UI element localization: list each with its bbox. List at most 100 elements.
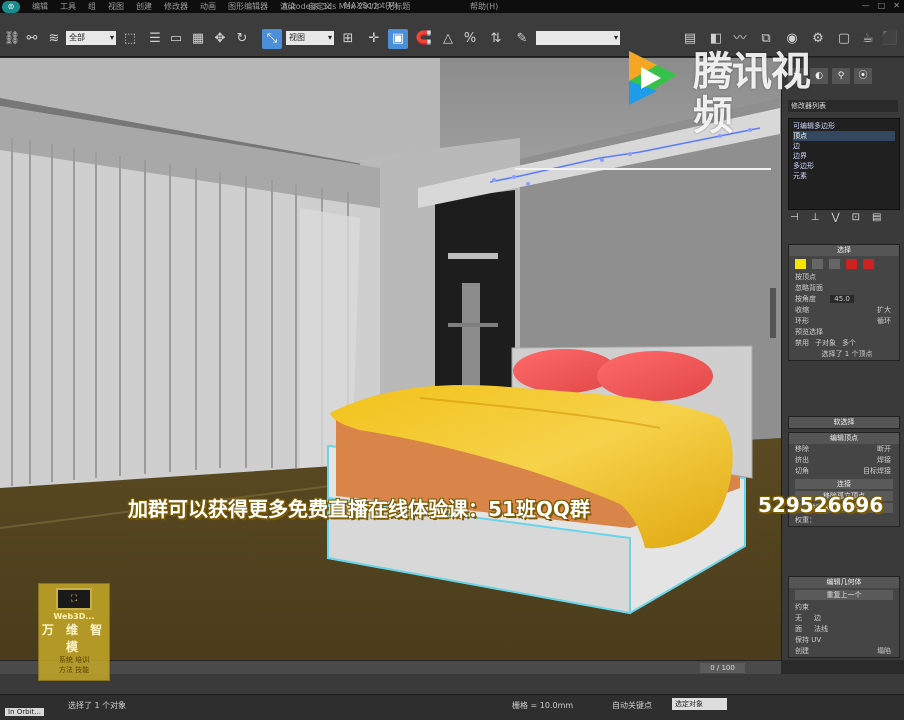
- keyboard-shortcut-icon[interactable]: ▣: [388, 29, 408, 49]
- select-scale-icon[interactable]: ⤡: [262, 29, 282, 49]
- soft-selection-title[interactable]: 软选择: [789, 417, 899, 428]
- extrude-button[interactable]: 挤出: [795, 455, 809, 466]
- pin-stack-icon[interactable]: ⊣: [790, 212, 799, 223]
- time-slider[interactable]: 0 / 100: [700, 663, 745, 673]
- by-vertex-checkbox[interactable]: 按顶点: [789, 272, 899, 283]
- chamfer-button[interactable]: 切角: [795, 466, 809, 477]
- render-production-icon[interactable]: ☕: [858, 29, 878, 49]
- show-end-result-icon[interactable]: ⊥: [811, 212, 820, 223]
- shrink-button[interactable]: 收缩: [795, 305, 809, 316]
- preview-off-radio[interactable]: 禁用: [795, 338, 809, 349]
- remove-modifier-icon[interactable]: ⊡: [852, 212, 860, 223]
- named-selection-set-dropdown[interactable]: [536, 31, 620, 45]
- menu-create[interactable]: 创建: [136, 1, 152, 12]
- weight-label: 权重：: [795, 516, 816, 524]
- maximize-icon[interactable]: □: [878, 1, 886, 10]
- select-move-icon[interactable]: ✥: [210, 29, 230, 49]
- preview-options: 禁用 子对象 多个: [789, 338, 899, 349]
- key-filter-dropdown[interactable]: 选定对象: [672, 698, 727, 710]
- select-rotate-icon[interactable]: ↻: [232, 29, 252, 49]
- select-by-name-icon[interactable]: ☰: [145, 29, 165, 49]
- constraint-normal-radio[interactable]: 法线: [814, 624, 828, 635]
- tencent-video-play-icon: [629, 51, 677, 105]
- make-unique-icon[interactable]: ⋁: [831, 212, 839, 223]
- bind-spacewarp-icon[interactable]: ≋: [44, 29, 64, 49]
- edit-named-selection-icon[interactable]: ✎: [512, 29, 532, 49]
- preserve-uv-checkbox[interactable]: 保持 UV: [789, 635, 899, 646]
- selection-rollout: 选择 按顶点 忽略背面 按角度 45.0 收缩 扩大 环形 循环 预览选择 禁用…: [788, 244, 900, 361]
- constraint-none-radio[interactable]: 无: [795, 613, 802, 624]
- edit-geometry-title[interactable]: 编辑几何体: [789, 577, 899, 588]
- link-icon[interactable]: ⛓: [2, 29, 22, 49]
- scene-render: [0, 58, 781, 660]
- ring-button[interactable]: 环形: [795, 316, 809, 327]
- preview-subobject-radio[interactable]: 子对象: [815, 338, 836, 349]
- preview-multi-radio[interactable]: 多个: [842, 338, 856, 349]
- corner-logo-tag-1: 系统 培训: [58, 656, 90, 664]
- reference-coord-dropdown[interactable]: 视图: [286, 31, 334, 45]
- remove-button[interactable]: 移除: [795, 444, 809, 455]
- polygon-mode-icon[interactable]: [846, 259, 857, 269]
- by-angle-checkbox[interactable]: 按角度: [795, 295, 816, 303]
- close-icon[interactable]: ✕: [893, 1, 900, 10]
- perspective-viewport[interactable]: [0, 58, 781, 660]
- collapse-button[interactable]: 塌陷: [877, 646, 891, 657]
- percent-snap-icon[interactable]: %: [460, 29, 480, 49]
- connect-button[interactable]: 连接: [795, 479, 893, 489]
- render-activeshade-icon[interactable]: ⬛: [880, 29, 900, 49]
- track-bar[interactable]: [0, 674, 904, 694]
- stack-item-edge[interactable]: 边: [793, 141, 895, 151]
- menu-tools[interactable]: 工具: [60, 1, 76, 12]
- menu-animation[interactable]: 动画: [200, 1, 216, 12]
- time-line[interactable]: 0 / 100: [0, 660, 781, 674]
- select-object-icon[interactable]: ⬚: [120, 29, 140, 49]
- manipulate-icon[interactable]: ✛: [364, 29, 384, 49]
- target-weld-button[interactable]: 目标焊接: [863, 466, 891, 477]
- configure-sets-icon[interactable]: ▤: [872, 212, 881, 223]
- window-crossing-icon[interactable]: ▦: [188, 29, 208, 49]
- menu-modifiers[interactable]: 修改器: [164, 1, 188, 12]
- menu-group[interactable]: 组: [88, 1, 96, 12]
- vertex-mode-icon[interactable]: [795, 259, 806, 269]
- menu-help[interactable]: 帮助(H): [470, 1, 498, 12]
- stack-item-polygon[interactable]: 多边形: [793, 161, 895, 171]
- maxscript-listener[interactable]: In Orbit...: [5, 708, 44, 716]
- minimize-icon[interactable]: —: [862, 1, 870, 10]
- constraint-face-radio[interactable]: 面: [795, 624, 802, 635]
- window-title: Autodesk 3ds Max 2012 - 无标题: [282, 2, 411, 11]
- rect-selection-icon[interactable]: ▭: [166, 29, 186, 49]
- pivot-icon[interactable]: ⊞: [338, 29, 358, 49]
- selection-rollout-title[interactable]: 选择: [789, 245, 899, 256]
- grid-spacing: 栅格 = 10.0mm: [512, 701, 574, 710]
- subobject-selector: [789, 256, 899, 272]
- loop-button[interactable]: 循环: [877, 316, 891, 327]
- edge-mode-icon[interactable]: [812, 259, 823, 269]
- element-mode-icon[interactable]: [863, 259, 874, 269]
- edit-vertices-title[interactable]: 编辑顶点: [789, 433, 899, 444]
- promo-caption: 加群可以获得更多免费直播在线体验课：51班QQ群: [128, 497, 590, 521]
- grow-button[interactable]: 扩大: [877, 305, 891, 316]
- selection-filter-dropdown[interactable]: 全部: [66, 31, 116, 45]
- stack-item-element[interactable]: 元素: [793, 171, 895, 181]
- ring-loop-row: 环形 循环: [789, 316, 899, 327]
- motion-tab-icon[interactable]: ⦿: [854, 68, 872, 84]
- snap-toggle-icon[interactable]: 🧲: [414, 29, 434, 49]
- border-mode-icon[interactable]: [829, 259, 840, 269]
- break-button[interactable]: 断开: [877, 444, 891, 455]
- stack-item-border[interactable]: 边界: [793, 151, 895, 161]
- menu-graph-editors[interactable]: 图形编辑器: [228, 1, 268, 12]
- unlink-icon[interactable]: ⚯: [22, 29, 42, 49]
- menu-view[interactable]: 视图: [108, 1, 124, 12]
- spinner-snap-icon[interactable]: ⇅: [486, 29, 506, 49]
- angle-snap-icon[interactable]: △: [438, 29, 458, 49]
- shrink-grow-row: 收缩 扩大: [789, 305, 899, 316]
- menu-edit[interactable]: 编辑: [32, 1, 48, 12]
- repeat-last-button[interactable]: 重复上一个: [795, 590, 893, 600]
- 3dsmax-logo-icon[interactable]: ⊚: [2, 1, 20, 13]
- create-button[interactable]: 创建: [795, 646, 809, 657]
- constraint-edge-radio[interactable]: 边: [814, 613, 821, 624]
- ignore-backfacing-checkbox[interactable]: 忽略背面: [789, 283, 899, 294]
- angle-input[interactable]: 45.0: [830, 295, 854, 303]
- weld-button[interactable]: 焊接: [877, 455, 891, 466]
- auto-key-button[interactable]: 自动关键点: [612, 700, 652, 711]
